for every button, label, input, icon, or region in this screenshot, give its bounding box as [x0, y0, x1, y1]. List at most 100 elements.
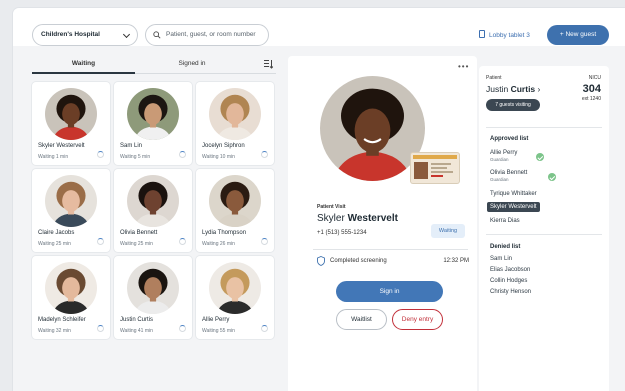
- shield-icon: [317, 256, 325, 266]
- deny-entry-button[interactable]: Deny entry: [392, 309, 443, 330]
- guest-card[interactable]: Allie Perry Waiting 55 min: [196, 256, 274, 339]
- plus-icon: +: [559, 31, 564, 38]
- denied-item[interactable]: Elias Jacobson: [490, 267, 530, 273]
- approved-item[interactable]: Kierra Dias: [490, 218, 520, 224]
- check-icon: [536, 153, 544, 161]
- wait-time: Waiting 1 min: [38, 154, 69, 160]
- timer-icon: [179, 151, 186, 158]
- search-input[interactable]: Patient, guest, or room number: [145, 24, 269, 46]
- tablet-icon: [479, 30, 485, 38]
- guest-name: Justin Curtis: [120, 317, 154, 323]
- tablet-label: Lobby tablet 3: [489, 32, 530, 39]
- guest-name: Lydia Thompson: [202, 230, 247, 236]
- denied-item[interactable]: Sam Lin: [490, 256, 512, 262]
- guest-name: Claire Jacobs: [38, 230, 75, 236]
- check-icon: [548, 173, 556, 181]
- tab-waiting[interactable]: Waiting: [32, 58, 135, 74]
- waitlist-button[interactable]: Waitlist: [336, 309, 387, 330]
- sign-in-button[interactable]: Sign in: [336, 281, 443, 302]
- screening-row: Completed screening 12:32 PM: [317, 256, 469, 268]
- guest-card[interactable]: Madelyn Schleifer Waiting 32 min: [32, 256, 110, 339]
- approved-item[interactable]: Olivia Bennett Guardian: [490, 170, 527, 182]
- patient-first-name: Justin: [486, 84, 509, 94]
- wait-time: Waiting 25 min: [38, 241, 71, 247]
- patient-name[interactable]: Justin Curtis ›: [486, 84, 540, 94]
- avatar: [127, 262, 179, 314]
- visitor-last-name: Westervelt: [347, 213, 398, 224]
- avatar: [45, 175, 97, 227]
- guest-name: Skyler Westervelt: [38, 143, 85, 149]
- guest-card[interactable]: Claire Jacobs Waiting 25 min: [32, 169, 110, 252]
- search-icon: [153, 31, 161, 39]
- guest-card[interactable]: Jocelyn Siphron Waiting 10 min: [196, 82, 274, 165]
- patient-panel: Patient Justin Curtis › NICU 304 ext 124…: [479, 66, 609, 391]
- lobby-tablet-link[interactable]: Lobby tablet 3: [479, 30, 530, 39]
- denied-item[interactable]: Collin Hodges: [490, 278, 527, 284]
- location-select[interactable]: Children's Hospital: [32, 24, 138, 46]
- visitor-photo: [320, 76, 425, 181]
- wait-time: Waiting 10 min: [202, 154, 235, 160]
- approved-list-title: Approved list: [490, 136, 529, 142]
- approved-item[interactable]: Allie Perry Guardian: [490, 150, 517, 162]
- approved-item-selected[interactable]: Skyler Westervelt: [487, 202, 540, 212]
- approved-item-role: Guardian: [490, 177, 509, 182]
- id-card-image: [411, 153, 459, 183]
- avatar: [127, 88, 179, 140]
- timer-icon: [97, 238, 104, 245]
- unit-label: NICU: [588, 75, 601, 81]
- screening-time: 12:32 PM: [443, 258, 469, 264]
- wait-time: Waiting 26 min: [202, 241, 235, 247]
- timer-icon: [97, 325, 104, 332]
- top-bar: Children's Hospital Patient, guest, or r…: [13, 8, 625, 46]
- chevron-right-icon: ›: [537, 84, 541, 94]
- divider: [313, 249, 468, 250]
- app-window: Children's Hospital Patient, guest, or r…: [13, 8, 625, 391]
- guest-card[interactable]: Olivia Bennett Waiting 25 min: [114, 169, 192, 252]
- approved-item[interactable]: Tyrique Whittaker: [490, 191, 537, 197]
- new-guest-button[interactable]: + New guest: [547, 25, 609, 45]
- guest-name: Sam Lin: [120, 143, 143, 149]
- approved-item-name: Olivia Bennett: [490, 170, 528, 176]
- location-label: Children's Hospital: [41, 31, 100, 38]
- wait-time: Waiting 55 min: [202, 328, 235, 334]
- divider: [486, 234, 602, 235]
- wait-time: Waiting 32 min: [38, 328, 71, 334]
- timer-icon: [97, 151, 104, 158]
- divider: [486, 127, 602, 128]
- more-options-icon[interactable]: •••: [458, 62, 469, 71]
- visitor-first-name: Skyler: [317, 213, 345, 224]
- guest-queue-panel: Waiting Signed in Skyler Westervelt Waiti…: [13, 46, 285, 391]
- approved-item-name: Allie Perry: [490, 150, 518, 156]
- guest-card[interactable]: Justin Curtis Waiting 41 min: [114, 256, 192, 339]
- avatar: [209, 175, 261, 227]
- guest-card[interactable]: Sam Lin Waiting 5 min: [114, 82, 192, 165]
- wait-time: Waiting 41 min: [120, 328, 153, 334]
- timer-icon: [261, 238, 268, 245]
- sort-filter-icon[interactable]: [263, 59, 273, 69]
- guests-visiting-badge: 7 guests visiting: [486, 99, 540, 111]
- visit-label: Patient Visit: [317, 204, 346, 210]
- guest-card[interactable]: Lydia Thompson Waiting 26 min: [196, 169, 274, 252]
- guest-name: Madelyn Schleifer: [38, 317, 86, 323]
- visitor-phone: +1 (513) 555-1234: [317, 230, 367, 236]
- patient-label: Patient: [486, 75, 502, 81]
- approved-item-role: Guardian: [490, 157, 509, 162]
- patient-last-name: Curtis: [510, 84, 536, 94]
- avatar: [45, 88, 97, 140]
- queue-tabs: Waiting Signed in: [32, 58, 276, 74]
- denied-item[interactable]: Christy Henson: [490, 289, 531, 295]
- wait-time: Waiting 25 min: [120, 241, 153, 247]
- screening-text: Completed screening: [330, 258, 387, 264]
- visitor-name: Skyler Westervelt: [317, 213, 398, 224]
- new-guest-label: New guest: [565, 31, 597, 38]
- timer-icon: [261, 325, 268, 332]
- guest-card[interactable]: Skyler Westervelt Waiting 1 min: [32, 82, 110, 165]
- status-badge: Waiting: [431, 224, 465, 238]
- chevron-down-icon: [122, 30, 131, 39]
- avatar: [127, 175, 179, 227]
- denied-list-title: Denied list: [490, 244, 521, 250]
- tab-signed-in[interactable]: Signed in: [142, 58, 242, 74]
- guest-name: Allie Perry: [202, 317, 230, 323]
- visitor-detail-panel: ••• Patient Visit Skyler Westervelt +1 (…: [288, 56, 477, 391]
- avatar: [209, 88, 261, 140]
